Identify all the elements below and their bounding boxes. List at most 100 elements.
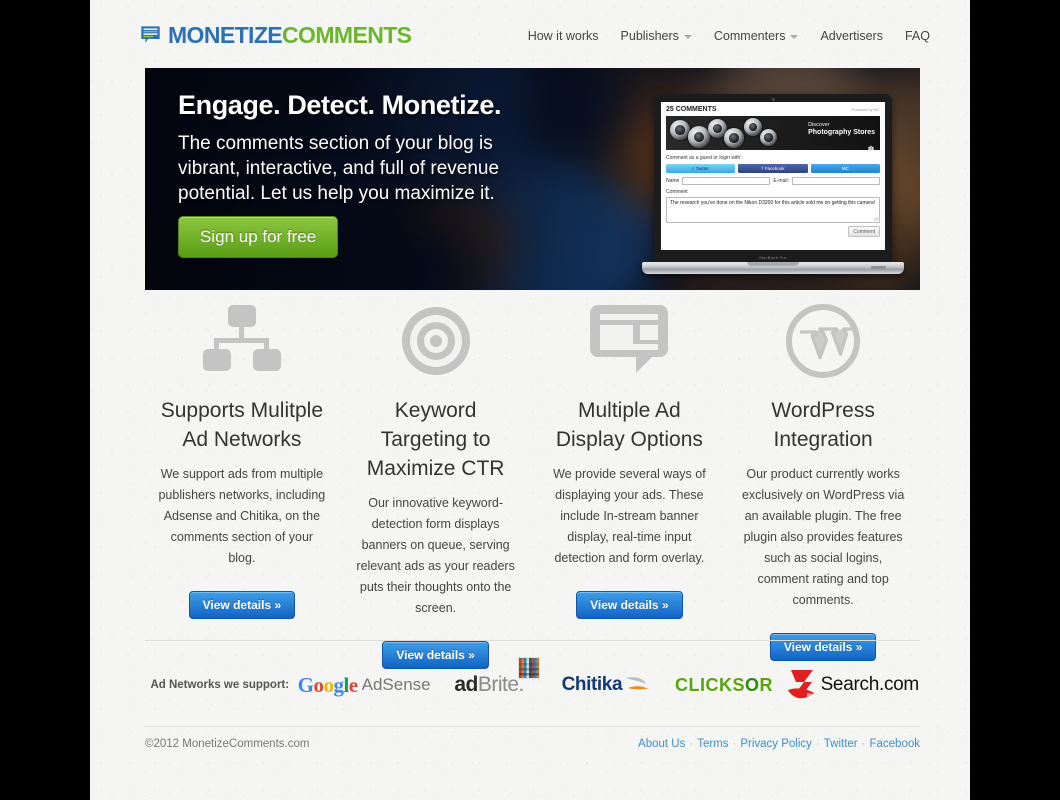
site-footer: ©2012 MonetizeComments.com About Us · Te…	[145, 738, 920, 750]
nav-item-how-it-works[interactable]: How it works	[528, 29, 599, 43]
nav-label: Advertisers	[820, 29, 883, 43]
partners-section: Ad Networks we support: Google AdSense a…	[145, 656, 920, 714]
footer-divider	[145, 726, 920, 727]
view-details-button[interactable]: View details »	[576, 591, 683, 619]
footer-link-terms[interactable]: Terms	[697, 738, 728, 750]
laptop-lid: 25 COMMENTS Powered by MC Discover Photo…	[654, 94, 892, 262]
logo-text-primary: MONETIZE	[168, 22, 283, 48]
footer-links: About Us · Terms · Privacy Policy · Twit…	[638, 738, 920, 750]
laptop-mockup: 25 COMMENTS Powered by MC Discover Photo…	[642, 94, 904, 282]
twitter-icon: t	[692, 166, 694, 171]
nav-item-commenters[interactable]: Commenters	[714, 29, 799, 43]
signup-button[interactable]: Sign up for free	[178, 216, 339, 258]
nav-label: How it works	[527, 29, 599, 43]
7search-mark-icon	[787, 670, 816, 699]
nav-label: Publishers	[620, 29, 679, 43]
network-sitemap-icon	[202, 300, 281, 382]
view-details-button[interactable]: View details »	[188, 591, 296, 619]
section-divider	[145, 640, 920, 641]
partners-label: Ad Networks we support:	[150, 679, 290, 691]
mc-label: MC	[841, 166, 849, 171]
chevron-down-icon	[683, 35, 692, 39]
nav-item-publishers[interactable]: Publishers	[621, 29, 692, 43]
comment-count: 25 COMMENTS	[666, 106, 717, 113]
feature-title: Keyword Targeting to Maximize CTR	[366, 399, 505, 480]
wordpress-icon	[786, 300, 861, 382]
facebook-label: Facebook	[764, 166, 785, 171]
hero-title: Engage. Detect. Monetize.	[178, 90, 502, 120]
twitter-login-button[interactable]: t Twitter	[666, 164, 736, 173]
copyright-text: ©2012 MonetizeComments.com	[145, 738, 310, 750]
hero-banner: Engage. Detect. Monetize. The comments s…	[145, 68, 920, 290]
laptop-notch	[747, 262, 799, 266]
nav-label: Commenters	[713, 29, 786, 43]
chitika-swoosh-icon	[626, 677, 649, 690]
twitter-label: Twitter	[695, 166, 709, 171]
feature-card-ad-networks: Supports Mulitple Ad Networks We support…	[145, 300, 339, 669]
feature-card-wordpress: WordPress Integration Our product curren…	[726, 300, 920, 669]
email-input[interactable]	[791, 177, 880, 185]
features-section: Supports Mulitple Ad Networks We support…	[145, 300, 920, 669]
laptop-port	[871, 266, 886, 269]
facebook-login-button[interactable]: f Facebook	[738, 164, 808, 173]
name-label: Name	[666, 178, 680, 184]
footer-link-twitter[interactable]: Twitter	[824, 738, 858, 750]
adbrite-wordmark: adBrite.	[454, 657, 540, 697]
logo-text-secondary: COMMENTS	[282, 22, 412, 48]
nav-item-advertisers[interactable]: Advertisers	[820, 29, 883, 43]
name-email-row: Name E-mail:	[661, 173, 885, 185]
feature-title: WordPress Integration	[771, 399, 875, 451]
feature-description: We support ads from multiple publishers …	[158, 467, 326, 565]
screenshot-stage: MONETIZECOMMENTS How it works Publishers…	[0, 0, 1060, 800]
page-sheet: MONETIZECOMMENTS How it works Publishers…	[90, 0, 970, 800]
hero-copy: Engage. Detect. Monetize. The comments s…	[178, 90, 558, 206]
speech-bubble-icon	[590, 300, 669, 382]
laptop-base	[642, 262, 904, 274]
feature-title: Multiple Ad Display Options	[555, 399, 703, 451]
widget-header: 25 COMMENTS Powered by MC	[661, 102, 885, 116]
adbrite-pixel-mark	[517, 657, 540, 679]
target-bullseye-icon	[400, 300, 472, 382]
link-separator: ·	[861, 738, 866, 750]
site-header: MONETIZECOMMENTS How it works Publishers…	[90, 0, 970, 66]
chitika-wordmark: Chitika	[561, 674, 623, 695]
ad-line-1: Discover	[808, 122, 830, 128]
footer-link-privacy-policy[interactable]: Privacy Policy	[740, 738, 812, 750]
partner-logo-chitika: Chitika	[549, 674, 662, 696]
feature-card-keyword-targeting: Keyword Targeting to Maximize CTR Our in…	[339, 300, 533, 669]
hero-subtitle: The comments section of your blog is vib…	[178, 133, 500, 204]
nav-label: FAQ	[904, 29, 930, 43]
footer-link-about-us[interactable]: About Us	[638, 738, 685, 750]
partner-logo-adbrite: adBrite.	[429, 657, 549, 697]
partner-logo-clicksor: CLICKSOR	[663, 675, 786, 696]
chevron-down-icon	[790, 35, 799, 39]
7search-wordmark: Search.com	[820, 674, 920, 695]
partner-logo-7search: Search.com	[786, 667, 921, 703]
feature-description: Our innovative keyword-detection form di…	[356, 496, 515, 615]
device-label: MacBook Pro	[759, 255, 787, 260]
laptop-screen: 25 COMMENTS Powered by MC Discover Photo…	[661, 102, 885, 250]
ad-line-2: Photography Stores	[808, 128, 875, 136]
feature-description: We provide several ways of displaying yo…	[553, 467, 706, 565]
link-separator: ·	[732, 738, 737, 750]
nav-item-faq[interactable]: FAQ	[905, 29, 930, 43]
footer-link-facebook[interactable]: Facebook	[869, 738, 920, 750]
link-separator: ·	[689, 738, 694, 750]
email-label: E-mail:	[773, 178, 789, 184]
site-logo[interactable]: MONETIZECOMMENTS	[140, 22, 412, 48]
partner-logo-google-adsense: Google AdSense	[297, 672, 431, 698]
google-wordmark: Google	[297, 672, 359, 697]
clicksor-wordmark: CLICKSOR	[675, 674, 774, 695]
feature-description: Our product currently works exclusively …	[741, 467, 905, 607]
mc-login-button[interactable]: MC	[810, 164, 880, 173]
comment-submit-button[interactable]: Comment	[848, 226, 880, 237]
social-login-row: t Twitter f Facebook MC	[661, 164, 885, 173]
comment-textarea[interactable]: The research you've done on the Nikon D3…	[666, 197, 880, 223]
guest-prompt: Comment as a guest or login with:	[666, 155, 742, 161]
name-input[interactable]	[682, 177, 771, 185]
feature-title: Supports Mulitple Ad Networks	[160, 399, 323, 451]
powered-by-label: Powered by MC	[851, 107, 880, 112]
comment-label: Comment	[666, 189, 688, 195]
facebook-icon: f	[761, 166, 763, 171]
ad-banner[interactable]: Discover Photography Stores	[666, 116, 880, 150]
